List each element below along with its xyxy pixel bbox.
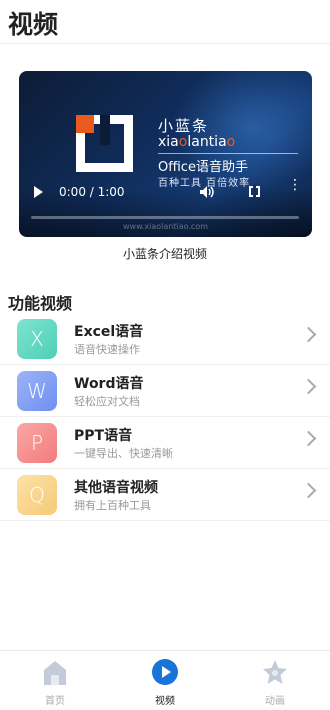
page: 视频 小蓝条 xiaolantiao Office语音助手 百种工具 百倍效率 … xyxy=(0,0,330,710)
tab-label: 视频 xyxy=(155,696,175,707)
brand-logo-icon xyxy=(76,115,133,172)
item-title: 其他语音视频 xyxy=(74,480,158,496)
item-subtitle: 拥有上百种工具 xyxy=(74,499,151,512)
video-player[interactable]: 小蓝条 xiaolantiao Office语音助手 百种工具 百倍效率 0:0… xyxy=(19,71,312,237)
item-subtitle: 语音快速操作 xyxy=(74,343,140,356)
brand-divider xyxy=(158,153,298,154)
video-time: 0:00 / 1:00 xyxy=(59,185,125,199)
chevron-right-icon xyxy=(300,430,317,447)
fullscreen-icon[interactable] xyxy=(249,185,260,198)
other-icon: Q xyxy=(17,475,57,515)
home-icon xyxy=(44,661,66,685)
video-progress-bar[interactable] xyxy=(31,216,299,219)
list-item-excel[interactable]: X Excel语音 语音快速操作 xyxy=(0,313,330,365)
list-item-word[interactable]: W Word语音 轻松应对文档 xyxy=(0,365,330,417)
brand-name-en: xiaolantiao xyxy=(158,134,236,150)
brand-name-cn: 小蓝条 xyxy=(158,117,210,135)
volume-icon[interactable] xyxy=(199,185,215,203)
excel-icon: X xyxy=(17,319,57,359)
item-title: Word语音 xyxy=(74,376,144,392)
tab-home[interactable]: 首页 xyxy=(0,651,110,710)
play-icon[interactable] xyxy=(34,186,43,198)
more-options-icon[interactable]: ⋮ xyxy=(288,178,302,192)
brand-tagline: Office语音助手 xyxy=(158,160,248,175)
tab-label: 首页 xyxy=(45,696,65,707)
tab-label: 动画 xyxy=(265,696,285,707)
page-title: 视频 xyxy=(8,10,59,39)
list-item-ppt[interactable]: P PPT语音 一键导出、快速清晰 xyxy=(0,417,330,469)
list-item-other[interactable]: Q 其他语音视频 拥有上百种工具 xyxy=(0,469,330,521)
chevron-right-icon xyxy=(300,482,317,499)
tab-video[interactable]: 视频 xyxy=(110,651,220,710)
video-watermark: www.xiaolantiao.com xyxy=(122,222,209,231)
word-icon: W xyxy=(17,371,57,411)
video-caption: 小蓝条介绍视频 xyxy=(122,247,207,261)
chevron-right-icon xyxy=(300,378,317,395)
bottom-tab-bar: 首页 视频 动画 xyxy=(0,650,330,710)
item-title: Excel语音 xyxy=(74,324,144,340)
header: 视频 xyxy=(0,0,330,44)
chevron-right-icon xyxy=(300,326,317,343)
tab-animation[interactable]: 动画 xyxy=(220,651,330,710)
feature-video-list: X Excel语音 语音快速操作 W Word语音 轻松应对文档 P PPT语音… xyxy=(0,313,330,521)
ppt-icon: P xyxy=(17,423,57,463)
item-subtitle: 轻松应对文档 xyxy=(74,395,140,408)
section-title: 功能视频 xyxy=(8,294,73,313)
star-icon xyxy=(263,660,287,684)
play-circle-icon xyxy=(152,659,178,685)
item-subtitle: 一键导出、快速清晰 xyxy=(74,447,173,460)
item-title: PPT语音 xyxy=(74,428,133,444)
